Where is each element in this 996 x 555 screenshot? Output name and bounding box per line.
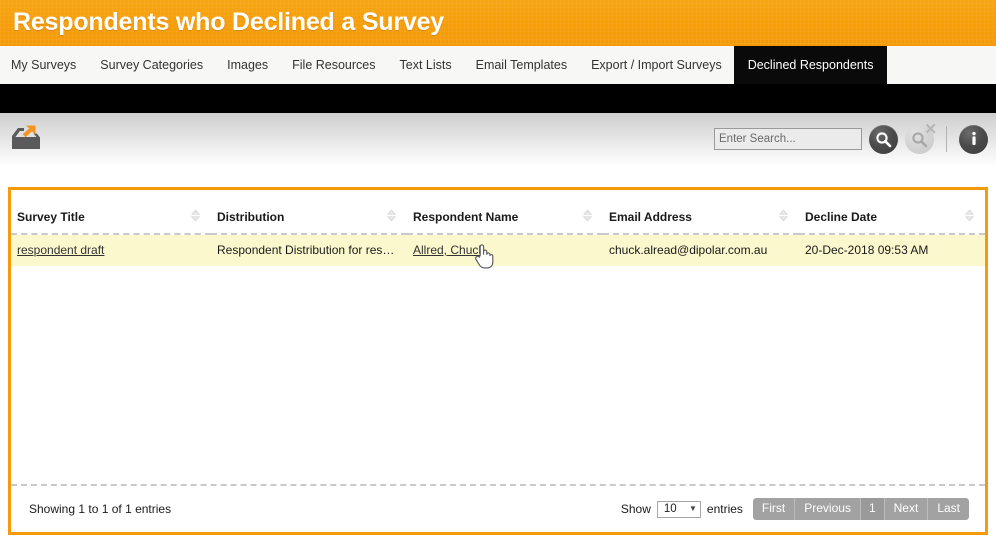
page-header: Respondents who Declined a Survey xyxy=(0,0,996,44)
table-header-row: Survey Title Distribution Respondent Nam… xyxy=(11,190,985,235)
column-header-respondent-name[interactable]: Respondent Name xyxy=(407,190,603,235)
entries-label: entries xyxy=(706,502,743,516)
primary-tab-bar: My Surveys Survey Categories Images File… xyxy=(0,44,996,84)
column-header-distribution[interactable]: Distribution xyxy=(211,190,407,235)
declined-respondents-table: Survey Title Distribution Respondent Nam… xyxy=(11,190,985,266)
column-header-label: Email Address xyxy=(609,210,692,224)
pagination-previous-button[interactable]: Previous xyxy=(795,498,861,520)
tab-survey-categories[interactable]: Survey Categories xyxy=(88,46,215,84)
cell-survey-title: respondent draft xyxy=(11,234,211,266)
cell-respondent-name: Allred, Chuck xyxy=(407,234,603,266)
tab-export-import-surveys[interactable]: Export / Import Surveys xyxy=(579,46,734,84)
tab-file-resources[interactable]: File Resources xyxy=(280,46,387,84)
column-header-decline-date[interactable]: Decline Date xyxy=(799,190,985,235)
action-toolbar: ✕ xyxy=(0,113,996,165)
cell-distribution: Respondent Distribution for respo… xyxy=(217,243,407,257)
tab-my-surveys[interactable]: My Surveys xyxy=(0,46,88,84)
page-length-value: 10 xyxy=(663,503,677,515)
column-header-survey-title[interactable]: Survey Title xyxy=(11,190,211,235)
tab-text-lists[interactable]: Text Lists xyxy=(388,46,464,84)
close-icon: ✕ xyxy=(924,120,937,138)
clear-search-button[interactable]: ✕ xyxy=(905,120,937,154)
toolbar-divider xyxy=(946,126,947,152)
page-length-select[interactable]: 10 ▼ xyxy=(656,500,701,518)
chevron-down-icon: ▼ xyxy=(688,504,697,513)
search-input[interactable] xyxy=(714,128,862,150)
sort-toggle-icon xyxy=(778,209,789,225)
pagination-last-button[interactable]: Last xyxy=(928,498,969,520)
pagination: First Previous 1 Next Last xyxy=(752,498,969,520)
black-separator-bar xyxy=(0,84,996,113)
declined-respondents-panel: Survey Title Distribution Respondent Nam… xyxy=(8,187,988,535)
showing-entries-text: Showing 1 to 1 of 1 entries xyxy=(29,502,172,516)
column-header-label: Respondent Name xyxy=(413,210,519,224)
sort-toggle-icon xyxy=(386,209,397,225)
tab-email-templates[interactable]: Email Templates xyxy=(464,46,579,84)
column-header-email-address[interactable]: Email Address xyxy=(603,190,799,235)
page-title: Respondents who Declined a Survey xyxy=(13,7,445,36)
table-row[interactable]: respondent draft Respondent Distribution… xyxy=(11,234,985,266)
pagination-next-button[interactable]: Next xyxy=(884,498,929,520)
column-header-label: Survey Title xyxy=(17,210,85,224)
search-button[interactable] xyxy=(869,124,898,154)
survey-title-link[interactable]: respondent draft xyxy=(17,243,104,257)
sort-toggle-icon xyxy=(582,209,593,225)
pagination-first-button[interactable]: First xyxy=(752,498,796,520)
export-tray-icon[interactable] xyxy=(9,124,43,154)
pagination-page-1-button[interactable]: 1 xyxy=(860,498,885,520)
cell-decline-date: 20-Dec-2018 09:53 AM xyxy=(805,243,929,257)
respondent-name-link[interactable]: Allred, Chuck xyxy=(413,243,484,257)
tab-declined-respondents[interactable]: Declined Respondents xyxy=(733,46,888,84)
tab-images[interactable]: Images xyxy=(215,46,280,84)
column-header-label: Decline Date xyxy=(805,210,878,224)
sort-toggle-icon xyxy=(190,209,201,225)
column-header-label: Distribution xyxy=(217,210,285,224)
show-label: Show xyxy=(620,502,651,516)
cell-email-address: chuck.alread@dipolar.com.au xyxy=(609,243,768,257)
table-footer: Showing 1 to 1 of 1 entries Show 10 ▼ en… xyxy=(11,484,985,532)
info-button[interactable] xyxy=(959,124,988,154)
sort-toggle-icon xyxy=(964,209,975,225)
